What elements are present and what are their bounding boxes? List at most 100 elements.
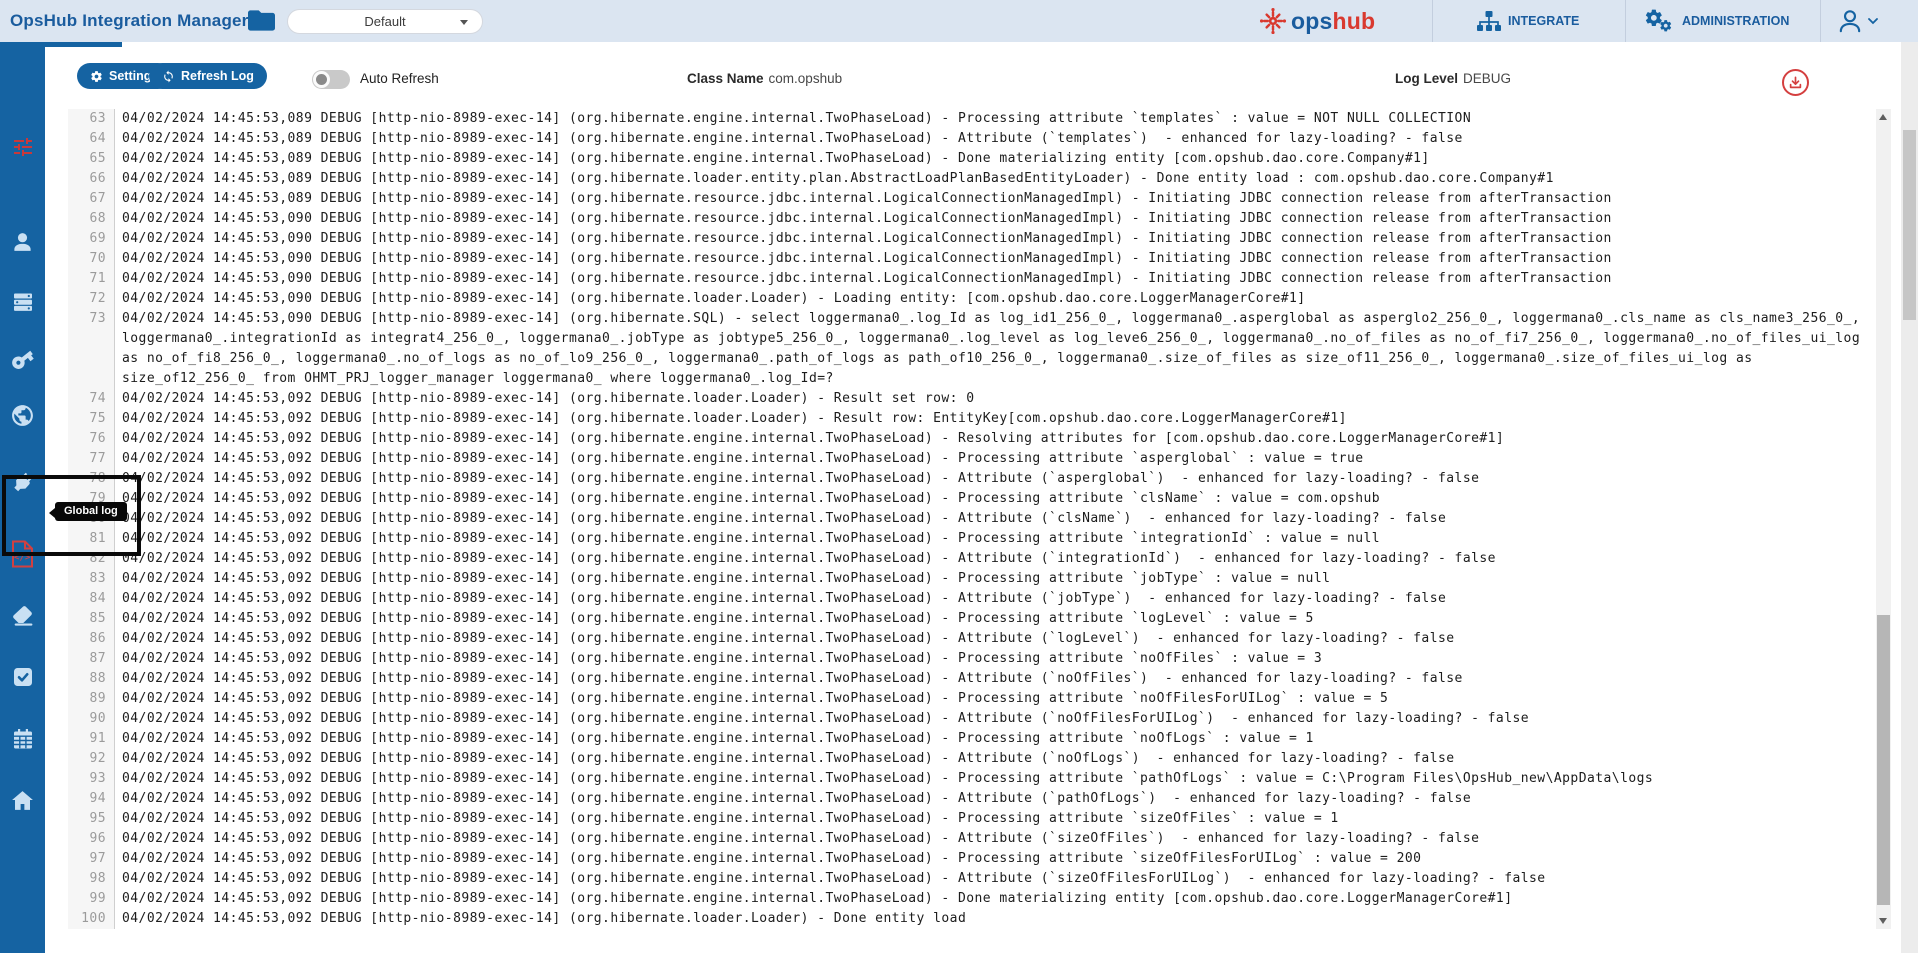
nav-integrate[interactable]: INTEGRATE bbox=[1477, 0, 1579, 42]
log-line-number: 66 bbox=[68, 169, 115, 189]
log-line-text: 04/02/2024 14:45:53,092 DEBUG [http-nio-… bbox=[115, 809, 1876, 829]
log-line: 7904/02/2024 14:45:53,092 DEBUG [http-ni… bbox=[68, 489, 1876, 509]
log-line-number: 74 bbox=[68, 389, 115, 409]
log-line-number: 96 bbox=[68, 829, 115, 849]
class-name-label: Class Name bbox=[687, 71, 764, 86]
home-icon bbox=[10, 788, 35, 813]
page-scrollbar-thumb[interactable] bbox=[1903, 130, 1916, 320]
user-menu[interactable] bbox=[1836, 7, 1878, 35]
log-level-field: Log LevelDEBUG bbox=[1395, 69, 1511, 89]
calendar-icon bbox=[11, 727, 35, 751]
download-log-button[interactable] bbox=[1782, 69, 1809, 96]
header-divider bbox=[1625, 0, 1626, 42]
log-line-number: 94 bbox=[68, 789, 115, 809]
log-line-text: 04/02/2024 14:45:53,092 DEBUG [http-nio-… bbox=[115, 869, 1876, 889]
log-line-text: 04/02/2024 14:45:53,092 DEBUG [http-nio-… bbox=[115, 489, 1876, 509]
log-line-text: 04/02/2024 14:45:53,089 DEBUG [http-nio-… bbox=[115, 149, 1876, 169]
log-line-number: 68 bbox=[68, 209, 115, 229]
sidebar-item-server[interactable] bbox=[0, 285, 45, 319]
class-name-field: Class Namecom.opshub bbox=[687, 69, 842, 89]
log-line-text: 04/02/2024 14:45:53,092 DEBUG [http-nio-… bbox=[115, 409, 1876, 429]
sitemap-icon bbox=[1477, 11, 1501, 32]
sidebar-item-home[interactable] bbox=[0, 783, 45, 817]
refresh-icon bbox=[162, 70, 175, 83]
log-line-text: 04/02/2024 14:45:53,092 DEBUG [http-nio-… bbox=[115, 749, 1876, 769]
log-line-number: 81 bbox=[68, 529, 115, 549]
log-line-text: 04/02/2024 14:45:53,092 DEBUG [http-nio-… bbox=[115, 509, 1876, 529]
log-line-number: 95 bbox=[68, 809, 115, 829]
log-line: 9104/02/2024 14:45:53,092 DEBUG [http-ni… bbox=[68, 729, 1876, 749]
log-line-text: 04/02/2024 14:45:53,092 DEBUG [http-nio-… bbox=[115, 529, 1876, 549]
nav-integrate-label: INTEGRATE bbox=[1508, 14, 1579, 28]
log-line-number: 89 bbox=[68, 689, 115, 709]
opshub-logo: opshub bbox=[1258, 7, 1375, 35]
log-line-number: 72 bbox=[68, 289, 115, 309]
workspace-dropdown[interactable]: Default bbox=[287, 9, 483, 34]
log-line-text: 04/02/2024 14:45:53,092 DEBUG [http-nio-… bbox=[115, 669, 1876, 689]
log-line-number: 86 bbox=[68, 629, 115, 649]
log-line-text: 04/02/2024 14:45:53,092 DEBUG [http-nio-… bbox=[115, 689, 1876, 709]
sidebar: </> bbox=[0, 42, 45, 953]
log-line-text: 04/02/2024 14:45:53,092 DEBUG [http-nio-… bbox=[115, 569, 1876, 589]
log-scrollbar-thumb[interactable] bbox=[1877, 615, 1890, 905]
sidebar-item-calendar[interactable] bbox=[0, 722, 45, 756]
log-line: 8804/02/2024 14:45:53,092 DEBUG [http-ni… bbox=[68, 669, 1876, 689]
log-line: 7404/02/2024 14:45:53,092 DEBUG [http-ni… bbox=[68, 389, 1876, 409]
sidebar-item-globe[interactable] bbox=[0, 398, 45, 432]
log-line-text: 04/02/2024 14:45:53,090 DEBUG [http-nio-… bbox=[115, 269, 1876, 289]
sidebar-item-check[interactable] bbox=[0, 660, 45, 694]
log-level-label: Log Level bbox=[1395, 71, 1458, 86]
log-viewer[interactable]: 6304/02/2024 14:45:53,089 DEBUG [http-ni… bbox=[68, 109, 1876, 929]
log-line-number: 91 bbox=[68, 729, 115, 749]
toggle-knob bbox=[313, 71, 330, 88]
sidebar-item-plug[interactable] bbox=[0, 465, 45, 499]
log-line: 6304/02/2024 14:45:53,089 DEBUG [http-ni… bbox=[68, 109, 1876, 129]
log-scrollbar[interactable] bbox=[1876, 109, 1891, 929]
log-line: 7004/02/2024 14:45:53,090 DEBUG [http-ni… bbox=[68, 249, 1876, 269]
scroll-down-arrow-icon[interactable] bbox=[1879, 918, 1887, 924]
nav-administration[interactable]: ADMINISTRATION bbox=[1645, 0, 1789, 42]
page-title: OpsHub Integration Manager bbox=[10, 0, 249, 42]
log-line-text: 04/02/2024 14:45:53,092 DEBUG [http-nio-… bbox=[115, 389, 1876, 409]
sidebar-item-eraser[interactable] bbox=[0, 598, 45, 632]
log-line-text: 04/02/2024 14:45:53,090 DEBUG [http-nio-… bbox=[115, 289, 1876, 309]
sidebar-item-key[interactable] bbox=[0, 342, 45, 376]
log-line: 7104/02/2024 14:45:53,090 DEBUG [http-ni… bbox=[68, 269, 1876, 289]
log-line-number: 93 bbox=[68, 769, 115, 789]
log-line: 7604/02/2024 14:45:53,092 DEBUG [http-ni… bbox=[68, 429, 1876, 449]
log-line: 6504/02/2024 14:45:53,089 DEBUG [http-ni… bbox=[68, 149, 1876, 169]
log-line-text: 04/02/2024 14:45:53,092 DEBUG [http-nio-… bbox=[115, 729, 1876, 749]
auto-refresh-toggle[interactable] bbox=[312, 70, 350, 89]
user-icon bbox=[1836, 7, 1864, 35]
sidebar-item-sliders[interactable] bbox=[0, 130, 45, 164]
header-bar: OpsHub Integration Manager Default opshu… bbox=[0, 0, 1918, 42]
log-line: 7504/02/2024 14:45:53,092 DEBUG [http-ni… bbox=[68, 409, 1876, 429]
gear-icon bbox=[90, 70, 103, 83]
log-line: 9504/02/2024 14:45:53,092 DEBUG [http-ni… bbox=[68, 809, 1876, 829]
log-line-number: 87 bbox=[68, 649, 115, 669]
log-line-text: 04/02/2024 14:45:53,090 DEBUG [http-nio-… bbox=[115, 249, 1876, 269]
scroll-up-arrow-icon[interactable] bbox=[1879, 114, 1887, 120]
log-line: 7704/02/2024 14:45:53,092 DEBUG [http-ni… bbox=[68, 449, 1876, 469]
log-line: 9404/02/2024 14:45:53,092 DEBUG [http-ni… bbox=[68, 789, 1876, 809]
sliders-icon bbox=[11, 135, 35, 159]
log-line-number: 63 bbox=[68, 109, 115, 129]
folder-icon[interactable] bbox=[248, 9, 275, 37]
refresh-log-button[interactable]: Refresh Log bbox=[149, 63, 267, 89]
log-line: 8404/02/2024 14:45:53,092 DEBUG [http-ni… bbox=[68, 589, 1876, 609]
log-line-text: 04/02/2024 14:45:53,090 DEBUG [http-nio-… bbox=[115, 229, 1876, 249]
globe-icon bbox=[10, 403, 35, 428]
log-line-text: 04/02/2024 14:45:53,090 DEBUG [http-nio-… bbox=[115, 209, 1876, 229]
log-lines: 6304/02/2024 14:45:53,089 DEBUG [http-ni… bbox=[68, 109, 1876, 929]
logo-text-hub: hub bbox=[1333, 8, 1376, 34]
chevron-down-icon bbox=[1868, 18, 1878, 25]
log-line-text: 04/02/2024 14:45:53,089 DEBUG [http-nio-… bbox=[115, 189, 1876, 209]
log-line-number: 69 bbox=[68, 229, 115, 249]
sidebar-item-user[interactable] bbox=[0, 225, 45, 259]
page-scrollbar[interactable] bbox=[1901, 42, 1918, 953]
refresh-log-button-label: Refresh Log bbox=[181, 69, 254, 83]
sidebar-item-global-log[interactable]: </> bbox=[0, 537, 45, 571]
log-line-number: 99 bbox=[68, 889, 115, 909]
user-icon bbox=[10, 230, 35, 255]
log-line-number: 90 bbox=[68, 709, 115, 729]
